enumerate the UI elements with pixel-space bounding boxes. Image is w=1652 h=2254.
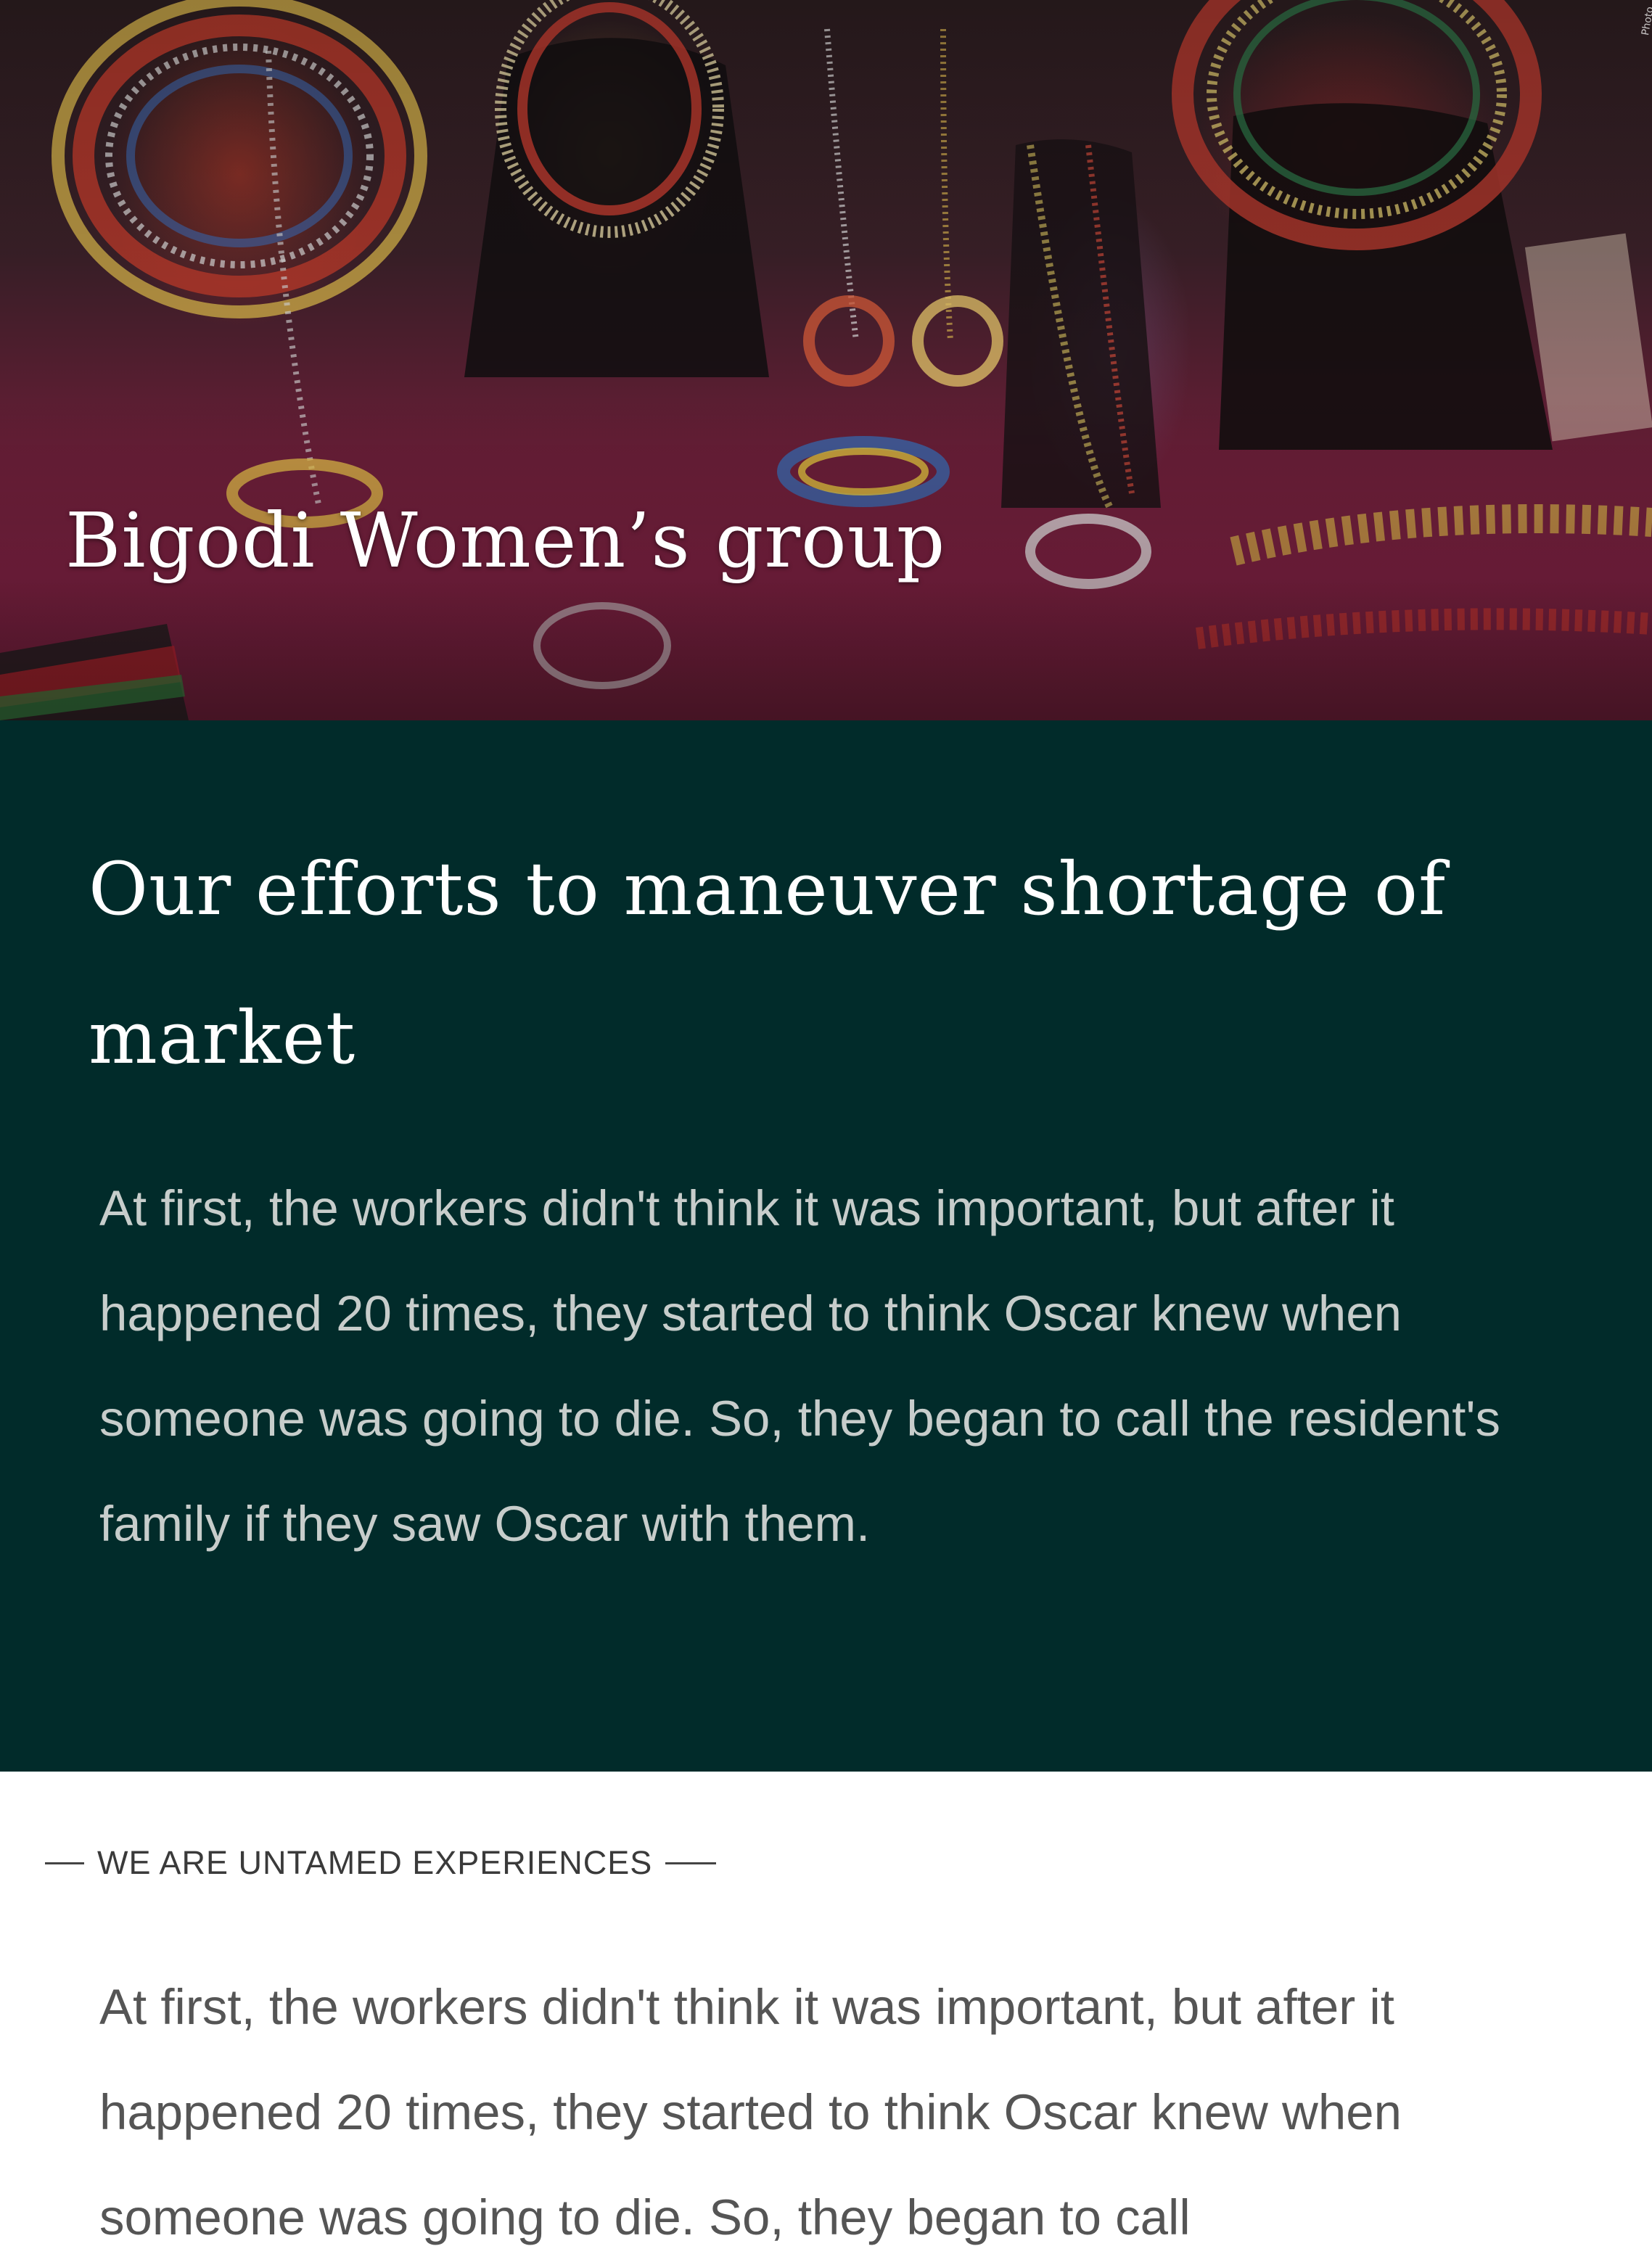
market-section: Our efforts to maneuver shortage of mark…: [0, 720, 1652, 1772]
eyebrow-text: WE ARE UNTAMED EXPERIENCES: [97, 1844, 653, 1881]
section-title: Our efforts to maneuver shortage of mark…: [89, 847, 1447, 1080]
eyebrow-label: WE ARE UNTAMED EXPERIENCES: [45, 1844, 717, 1882]
hero-banner: Photo Bigodi Women’s group: [0, 0, 1652, 720]
divider-line: [665, 1862, 717, 1864]
intro-paragraph: At first, the workers didn't think it wa…: [99, 1979, 1402, 2245]
section-body: At first, the workers didn't think it wa…: [99, 1180, 1501, 1552]
hero-overlay: [0, 0, 1652, 720]
divider-line: [45, 1862, 84, 1864]
hero-title: Bigodi Women’s group: [65, 496, 946, 585]
